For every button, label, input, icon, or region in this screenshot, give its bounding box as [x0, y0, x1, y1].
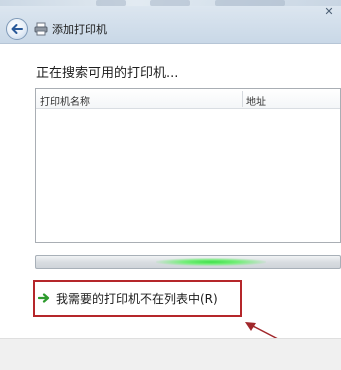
- printer-not-listed-label: 我需要的打印机不在列表中(R): [56, 291, 218, 306]
- blurred-text: [96, 0, 126, 6]
- title-bar: 添加打印机 ✕: [0, 0, 341, 44]
- window-title: 添加打印机: [52, 23, 107, 36]
- blurred-text: [215, 0, 285, 6]
- printer-list[interactable]: 打印机名称 地址: [35, 88, 341, 243]
- column-header-printer-name[interactable]: 打印机名称: [40, 93, 90, 108]
- dialog-footer: [0, 338, 341, 370]
- printer-icon: [34, 22, 48, 36]
- close-icon: ✕: [324, 4, 334, 18]
- column-header-address[interactable]: 地址: [246, 93, 266, 108]
- printer-list-header: 打印机名称 地址: [36, 89, 340, 109]
- search-progress-bar: [35, 255, 341, 269]
- close-button[interactable]: ✕: [321, 4, 337, 18]
- back-button[interactable]: [6, 18, 28, 40]
- progress-indicator-glow: [156, 258, 266, 266]
- blurred-text: [150, 0, 190, 6]
- column-divider[interactable]: [242, 91, 243, 107]
- printer-not-listed-link[interactable]: 我需要的打印机不在列表中(R): [38, 288, 218, 308]
- back-arrow-icon: [11, 24, 23, 34]
- green-right-arrow-icon: [38, 293, 50, 303]
- search-status-heading: 正在搜索可用的打印机...: [36, 66, 179, 81]
